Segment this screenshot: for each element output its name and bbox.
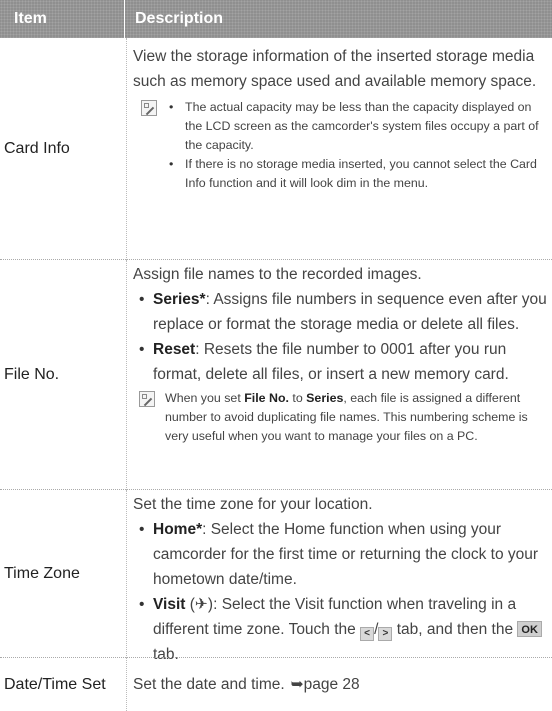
time-zone-visit: Visit (✈): Select the Visit function whe… bbox=[133, 592, 552, 667]
file-no-note: When you set File No. to Series, each fi… bbox=[133, 389, 552, 446]
card-info-note-1: The actual capacity may be less than the… bbox=[137, 98, 552, 155]
time-zone-home: Home*: Select the Home function when usi… bbox=[133, 517, 552, 592]
header-description: Description bbox=[135, 10, 224, 27]
time-zone-text: Set the time zone for your location. bbox=[133, 496, 373, 513]
item-file-no: File No. bbox=[4, 366, 60, 383]
item-time-zone: Time Zone bbox=[4, 565, 80, 582]
page-ref: ➥page 28 bbox=[290, 676, 360, 693]
header-item: Item bbox=[14, 10, 47, 27]
row-card-info: Card Info View the storage information o… bbox=[0, 38, 552, 260]
desc-time-zone: Set the time zone for your location. Hom… bbox=[126, 490, 552, 663]
prev-tab-icon: < bbox=[360, 627, 375, 641]
item-card-info: Card Info bbox=[4, 140, 70, 157]
desc-card-info: View the storage information of the inse… bbox=[126, 38, 552, 260]
date-time-text: Set the date and time. bbox=[133, 676, 285, 693]
card-info-text: View the storage information of the inse… bbox=[133, 48, 537, 90]
note-icon bbox=[139, 391, 155, 407]
card-info-note: The actual capacity may be less than the… bbox=[133, 98, 552, 193]
desc-date-time: Set the date and time. ➥page 28 bbox=[126, 658, 552, 711]
file-no-reset: Reset: Resets the file number to 0001 af… bbox=[133, 337, 552, 387]
row-time-zone: Time Zone Set the time zone for your loc… bbox=[0, 490, 552, 663]
file-no-text: Assign file names to the recorded images… bbox=[133, 266, 422, 283]
card-info-note-2: If there is no storage media inserted, y… bbox=[137, 155, 552, 193]
airplane-icon: (✈) bbox=[189, 596, 214, 613]
next-tab-icon: > bbox=[378, 627, 393, 641]
ok-tab-icon: OK bbox=[517, 621, 542, 637]
item-date-time: Date/Time Set bbox=[4, 675, 106, 693]
desc-file-no: Assign file names to the recorded images… bbox=[126, 260, 552, 490]
row-date-time: Date/Time Set Set the date and time. ➥pa… bbox=[0, 658, 552, 711]
row-file-no: File No. Assign file names to the record… bbox=[0, 260, 552, 490]
file-no-series: Series*: Assigns file numbers in sequenc… bbox=[133, 287, 552, 337]
menu-table: Item Description Card Info View the stor… bbox=[0, 0, 552, 711]
table-header: Item Description bbox=[0, 0, 552, 38]
